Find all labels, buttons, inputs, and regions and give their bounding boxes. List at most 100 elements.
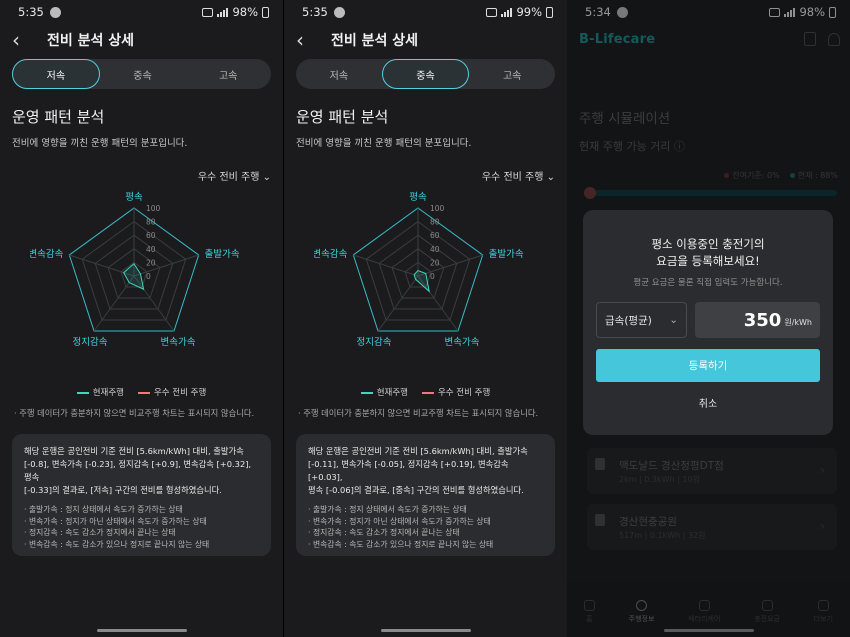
radar-axis-label: 변속가속: [160, 337, 195, 348]
legend-good-label: 우수 전비 주행: [153, 388, 207, 398]
radar-tick-label: 20: [430, 258, 440, 267]
radar-tick-label: 80: [430, 218, 440, 227]
radar-chart: 0 20 40 60 80 100평속출발가속변속가속 정지감속 변속감속: [314, 192, 524, 348]
legend-good: 우수 전비 주행: [421, 386, 491, 398]
legend-good-label: 우수 전비 주행: [437, 388, 491, 398]
section-desc: 전비에 영향을 끼친 운행 패턴의 분포입니다.: [296, 138, 472, 149]
definition-item: · 정지감속 : 속도 감소가 정지에서 끝나는 상태: [24, 528, 176, 537]
legend-current: 현재주행: [76, 386, 124, 398]
compare-dropdown[interactable]: 우수 전비 주행 ⌄: [198, 168, 271, 183]
radar-axis-label: 평속: [409, 192, 427, 203]
radar-axis-label: 변속감속: [314, 248, 348, 260]
radar-tick-label: 100: [146, 204, 161, 213]
definition-item: · 변속감속 : 속도 감소가 있으나 정지로 끝나지 않는 상태: [308, 539, 494, 549]
radar-tick-label: 20: [146, 258, 156, 267]
definition-item: · 변속가속 : 정지가 아닌 상태에서 속도가 증가하는 상태: [24, 516, 207, 526]
definition-item: · 출발가속 : 정지 상태에서 속도가 증가하는 상태: [24, 505, 183, 514]
radar-tick-label: 0: [430, 272, 435, 281]
status-time: 5:35: [18, 5, 44, 19]
battery-icon: [262, 6, 269, 18]
alarm-icon: [202, 7, 214, 17]
section-desc: 전비에 영향을 끼친 운행 패턴의 분포입니다.: [12, 138, 188, 149]
legend-current: 현재주행: [360, 386, 408, 398]
page-title: 전비 분석 상세: [47, 33, 135, 49]
radar-tick-label: 100: [430, 204, 445, 213]
alarm-icon: [486, 7, 498, 17]
back-icon[interactable]: ‹: [296, 30, 318, 50]
tab-high[interactable]: 고속: [185, 59, 271, 89]
chart-note: · 주행 데이터가 충분하지 않으면 비교주행 차트는 표시되지 않습니다.: [298, 408, 539, 418]
radar-axis-label: 평속: [125, 192, 143, 203]
signal-icon: [217, 7, 229, 17]
battery-text: 99%: [516, 5, 542, 19]
radar-tick-label: 40: [430, 245, 440, 254]
radar-tick-label: 60: [146, 231, 156, 240]
section-title: 운영 패턴 분석: [296, 108, 389, 126]
speed-tabs: 저속 중속 고속: [296, 59, 555, 89]
price-unit: 원/kWh: [784, 318, 812, 327]
chevron-down-icon: ⌄: [262, 172, 271, 183]
radar-tick-label: 0: [146, 272, 151, 281]
notification-icon: [49, 6, 61, 18]
radar-series-current: [413, 269, 430, 293]
price-value: 350: [743, 309, 782, 331]
notification-icon: [333, 6, 345, 18]
summary-line: [-0.8], 변속가속 [-0.23], 정지감속 [+0.9], 변속감속 …: [24, 459, 252, 482]
back-icon[interactable]: ‹: [12, 30, 34, 50]
definition-item: · 출발가속 : 정지 상태에서 속도가 증가하는 상태: [308, 505, 467, 514]
status-time: 5:35: [302, 5, 328, 19]
summary-card: 해당 운행은 공인전비 기준 전비 [5.6km/kWh] 대비, 출발가속 […: [296, 434, 555, 556]
tab-mid[interactable]: 중속: [100, 59, 186, 89]
legend-current-label: 현재주행: [376, 388, 408, 398]
charger-type-value: 급속(평균): [605, 314, 652, 327]
price-input[interactable]: 350 원/kWh: [695, 302, 820, 338]
signal-icon: [501, 7, 513, 17]
dialog-title: 평소 이용중인 충전기의 요금을 등록해보세요!: [583, 236, 833, 270]
summary-card: 해당 운행은 공인전비 기준 전비 [5.6km/kWh] 대비, 출발가속 […: [12, 434, 271, 556]
radar-axis-label: 정지감속: [73, 336, 108, 348]
radar-axis-label: 변속가속: [444, 337, 479, 348]
chevron-down-icon: ⌄: [669, 314, 678, 326]
definition-item: · 변속가속 : 정지가 아닌 상태에서 속도가 증가하는 상태: [308, 516, 491, 526]
tab-low[interactable]: 저속: [296, 59, 382, 89]
lifecare-screen: 5:34 98% B-Lifecare 주행 시뮬레이션 현재 주행 가능 거리…: [567, 0, 850, 637]
compare-dropdown-label: 우수 전비 주행: [197, 172, 260, 183]
chart-note: · 주행 데이터가 충분하지 않으면 비교주행 차트는 표시되지 않습니다.: [14, 408, 255, 418]
register-button[interactable]: 등록하기: [596, 349, 820, 382]
charger-type-select[interactable]: 급속(평균) ⌄: [596, 302, 687, 338]
analysis-screen-low: 5:35 98% ‹ 전비 분석 상세 저속 중속 고속 운영 패턴 분석 전비…: [0, 0, 283, 637]
summary-line: [-0.33]의 결과로, [저속] 구간의 전비를 형성하였습니다.: [24, 485, 222, 495]
battery-icon: [546, 6, 553, 18]
radar-tick-label: 60: [430, 231, 440, 240]
tab-mid[interactable]: 중속: [381, 59, 470, 89]
radar-tick-label: 40: [146, 245, 156, 254]
summary-line: 평속 [-0.06]의 결과로, [중속] 구간의 전비를 형성하였습니다.: [308, 485, 524, 495]
status-bar: 5:35 99%: [284, 0, 567, 24]
radar-axis-label: 출발가속: [489, 249, 524, 260]
compare-dropdown-label: 우수 전비 주행: [481, 172, 544, 183]
radar-axis-label: 정지감속: [357, 336, 392, 348]
definition-item: · 변속감속 : 속도 감소가 있으나 정지로 끝나지 않는 상태: [24, 539, 210, 549]
analysis-screen-mid: 5:35 99% ‹ 전비 분석 상세 저속 중속 고속 운영 패턴 분석 전비…: [284, 0, 567, 637]
section-title: 운영 패턴 분석: [12, 108, 105, 126]
legend-good: 우수 전비 주행: [137, 386, 207, 398]
chevron-down-icon: ⌄: [546, 172, 555, 183]
definition-item: · 정지감속 : 속도 감소가 정지에서 끝나는 상태: [308, 528, 460, 537]
dialog-title-line: 평소 이용중인 충전기의: [651, 237, 765, 251]
tab-high[interactable]: 고속: [469, 59, 555, 89]
radar-tick-label: 80: [146, 218, 156, 227]
dialog-title-line: 요금을 등록해보세요!: [656, 254, 760, 268]
radar-axis-label: 출발가속: [205, 249, 240, 260]
battery-text: 98%: [232, 5, 258, 19]
compare-dropdown[interactable]: 우수 전비 주행 ⌄: [482, 168, 555, 183]
radar-axis-label: 변속감속: [30, 248, 64, 260]
tab-low[interactable]: 저속: [12, 59, 100, 89]
chart-legend: 현재주행 우수 전비 주행: [284, 386, 567, 398]
charger-fee-dialog: 평소 이용중인 충전기의 요금을 등록해보세요! 평균 요금은 물론 직접 입력…: [583, 210, 833, 435]
speed-tabs: 저속 중속 고속: [12, 59, 271, 89]
cancel-button[interactable]: 취소: [583, 395, 833, 410]
home-indicator[interactable]: [96, 629, 187, 632]
home-indicator[interactable]: [380, 629, 471, 632]
summary-line: 해당 운행은 공인전비 기준 전비 [5.6km/kWh] 대비, 출발가속: [24, 446, 244, 456]
summary-line: [-0.11], 변속가속 [-0.05], 정지감속 [+0.19], 변속감…: [308, 459, 509, 482]
